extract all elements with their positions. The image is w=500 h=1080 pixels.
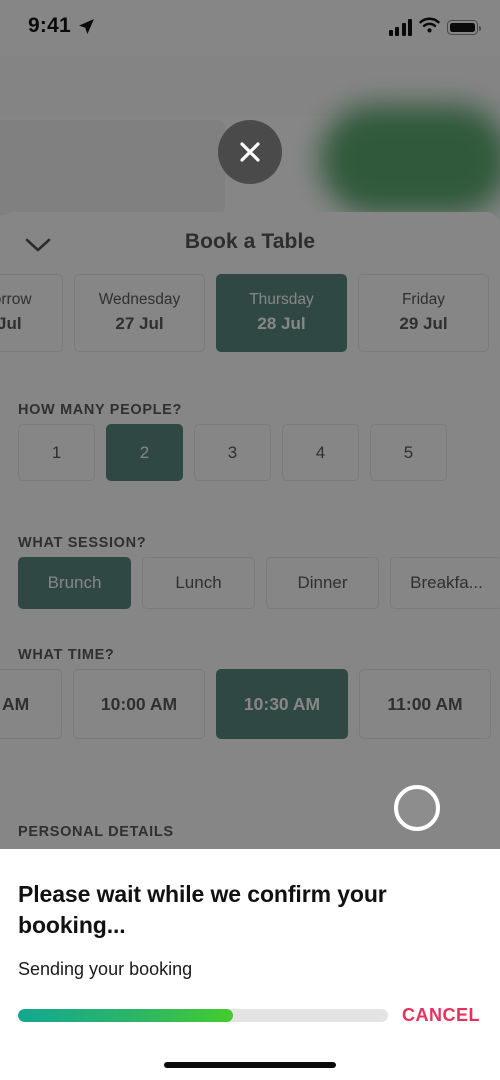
battery-full-icon (447, 20, 482, 35)
booking-progress-sheet: Please wait while we confirm your bookin… (0, 849, 500, 1080)
progress-status-text: Sending your booking (18, 959, 193, 979)
cancel-button[interactable]: CANCEL (402, 1005, 482, 1026)
circle-outline-icon[interactable] (394, 785, 440, 831)
phone-screen: Book a Table Tomorrow 26 Jul Wednesday 2… (0, 0, 500, 1080)
status-bar-indicators (388, 17, 482, 38)
status-bar-time: 9:41 (28, 14, 71, 37)
location-arrow-icon (78, 18, 95, 40)
cellular-bars-icon (388, 19, 412, 36)
progress-row: CANCEL (18, 1005, 482, 1026)
close-button[interactable] (218, 120, 282, 184)
wifi-icon (419, 17, 440, 38)
progress-bar (18, 1009, 388, 1022)
status-bar: 9:41 (0, 0, 500, 56)
progress-bar-fill (18, 1009, 233, 1022)
close-x-icon (240, 142, 260, 162)
home-indicator[interactable] (164, 1062, 336, 1068)
progress-title: Please wait while we confirm your bookin… (18, 881, 387, 939)
